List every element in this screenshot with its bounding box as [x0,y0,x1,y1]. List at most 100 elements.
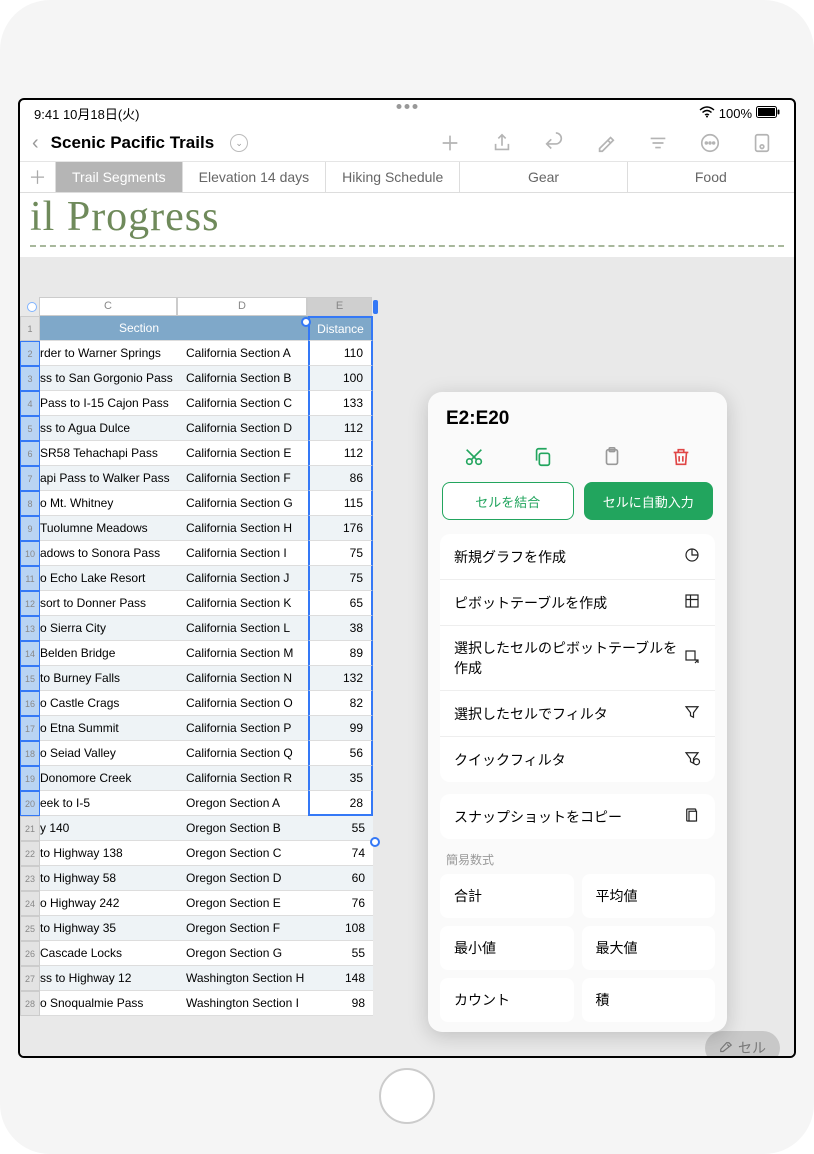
cell-trail[interactable]: o Highway 242 [40,891,178,916]
undo-icon[interactable] [542,131,566,155]
row-num[interactable]: 2 [20,341,40,366]
cell-section[interactable]: California Section B [178,366,308,391]
formula-chip[interactable]: 合計 [440,874,574,918]
table-row[interactable]: 2 rder to Warner Springs California Sect… [20,341,794,366]
tab-segments[interactable]: Trail Segments [56,162,183,192]
tab-food[interactable]: Food [628,162,794,192]
sort-icon[interactable] [646,131,670,155]
cell-distance[interactable]: 28 [308,791,373,816]
tab-gear[interactable]: Gear [460,162,627,192]
cell-trail[interactable]: o Echo Lake Resort [40,566,178,591]
cell-trail[interactable]: sort to Donner Pass [40,591,178,616]
cell-distance[interactable]: 76 [308,891,373,916]
cell-section[interactable]: Oregon Section E [178,891,308,916]
cell-trail[interactable]: to Burney Falls [40,666,178,691]
cell-section[interactable]: Oregon Section A [178,791,308,816]
cell-distance[interactable]: 132 [308,666,373,691]
cell-distance[interactable]: 89 [308,641,373,666]
selection-handle-bottom[interactable] [370,837,380,847]
row-num[interactable]: 23 [20,866,40,891]
cell-distance[interactable]: 108 [308,916,373,941]
cell-trail[interactable]: Cascade Locks [40,941,178,966]
cell-distance[interactable]: 100 [308,366,373,391]
cell-distance[interactable]: 98 [308,991,373,1016]
row-num[interactable]: 4 [20,391,40,416]
row-num[interactable]: 19 [20,766,40,791]
cell-section[interactable]: California Section D [178,416,308,441]
row-num[interactable]: 22 [20,841,40,866]
cell-section[interactable]: Oregon Section C [178,841,308,866]
header-distance[interactable]: Distance [308,316,373,341]
cell-distance[interactable]: 56 [308,741,373,766]
cell-section[interactable]: California Section I [178,541,308,566]
cell-distance[interactable]: 86 [308,466,373,491]
popover-item[interactable]: ピボットテーブルを作成 [440,580,715,626]
row-num[interactable]: 18 [20,741,40,766]
popover-item[interactable]: 新規グラフを作成 [440,534,715,580]
cell-trail[interactable]: to Highway 58 [40,866,178,891]
row-num[interactable]: 28 [20,991,40,1016]
row-num[interactable]: 11 [20,566,40,591]
autofill-button[interactable]: セルに自動入力 [584,482,714,520]
cell-distance[interactable]: 112 [308,416,373,441]
row-num[interactable]: 20 [20,791,40,816]
tab-schedule[interactable]: Hiking Schedule [326,162,460,192]
cell-trail[interactable]: o Mt. Whitney [40,491,178,516]
row-num[interactable]: 12 [20,591,40,616]
formula-chip[interactable]: カウント [440,978,574,1022]
cell-distance[interactable]: 60 [308,866,373,891]
popover-item[interactable]: スナップショットをコピー [440,794,715,839]
row-num[interactable]: 21 [20,816,40,841]
add-sheet-button[interactable]: ＋ [20,162,56,192]
cell-trail[interactable]: adows to Sonora Pass [40,541,178,566]
row-num[interactable]: 7 [20,466,40,491]
cell-trail[interactable]: ss to Highway 12 [40,966,178,991]
cell-distance[interactable]: 35 [308,766,373,791]
cell-section[interactable]: California Section K [178,591,308,616]
cell-trail[interactable]: Belden Bridge [40,641,178,666]
row-num[interactable]: 24 [20,891,40,916]
paste-icon[interactable] [599,444,625,470]
cell-section[interactable]: California Section L [178,616,308,641]
row-num[interactable]: 1 [20,316,40,341]
formula-chip[interactable]: 平均値 [582,874,716,918]
cell-distance[interactable]: 99 [308,716,373,741]
cell-section[interactable]: California Section F [178,466,308,491]
cell-trail[interactable]: Pass to I-15 Cajon Pass [40,391,178,416]
row-num[interactable]: 16 [20,691,40,716]
header-section[interactable]: Section [40,316,178,341]
cell-section[interactable]: California Section P [178,716,308,741]
row-num[interactable]: 13 [20,616,40,641]
row-num[interactable]: 9 [20,516,40,541]
cell-distance[interactable]: 133 [308,391,373,416]
more-icon[interactable] [698,131,722,155]
row-num[interactable]: 25 [20,916,40,941]
share-icon[interactable] [490,131,514,155]
cell-trail[interactable]: Tuolumne Meadows [40,516,178,541]
cell-distance[interactable]: 176 [308,516,373,541]
cell-section[interactable]: Oregon Section G [178,941,308,966]
selection-handle-top[interactable] [301,317,311,327]
cell-distance[interactable]: 55 [308,816,373,841]
cell-trail[interactable]: to Highway 35 [40,916,178,941]
cell-section[interactable]: California Section E [178,441,308,466]
cell-distance[interactable]: 82 [308,691,373,716]
cell-trail[interactable]: api Pass to Walker Pass [40,466,178,491]
row-num[interactable]: 10 [20,541,40,566]
cell-trail[interactable]: y 140 [40,816,178,841]
cell-distance[interactable]: 110 [308,341,373,366]
cell-distance[interactable]: 112 [308,441,373,466]
row-num[interactable]: 6 [20,441,40,466]
row-num[interactable]: 8 [20,491,40,516]
cell-section[interactable]: Washington Section H [178,966,308,991]
cell-section[interactable]: California Section M [178,641,308,666]
cell-section[interactable]: Washington Section I [178,991,308,1016]
col-c[interactable]: C [39,297,177,316]
cell-section[interactable]: California Section H [178,516,308,541]
sheet-area[interactable]: C D E 1 Section Distance 2 rder to Warne… [20,257,794,1058]
cell-section[interactable]: California Section N [178,666,308,691]
cell-trail[interactable]: o Castle Crags [40,691,178,716]
cell-section[interactable]: California Section Q [178,741,308,766]
cell-distance[interactable]: 55 [308,941,373,966]
col-e[interactable]: E [307,297,372,316]
